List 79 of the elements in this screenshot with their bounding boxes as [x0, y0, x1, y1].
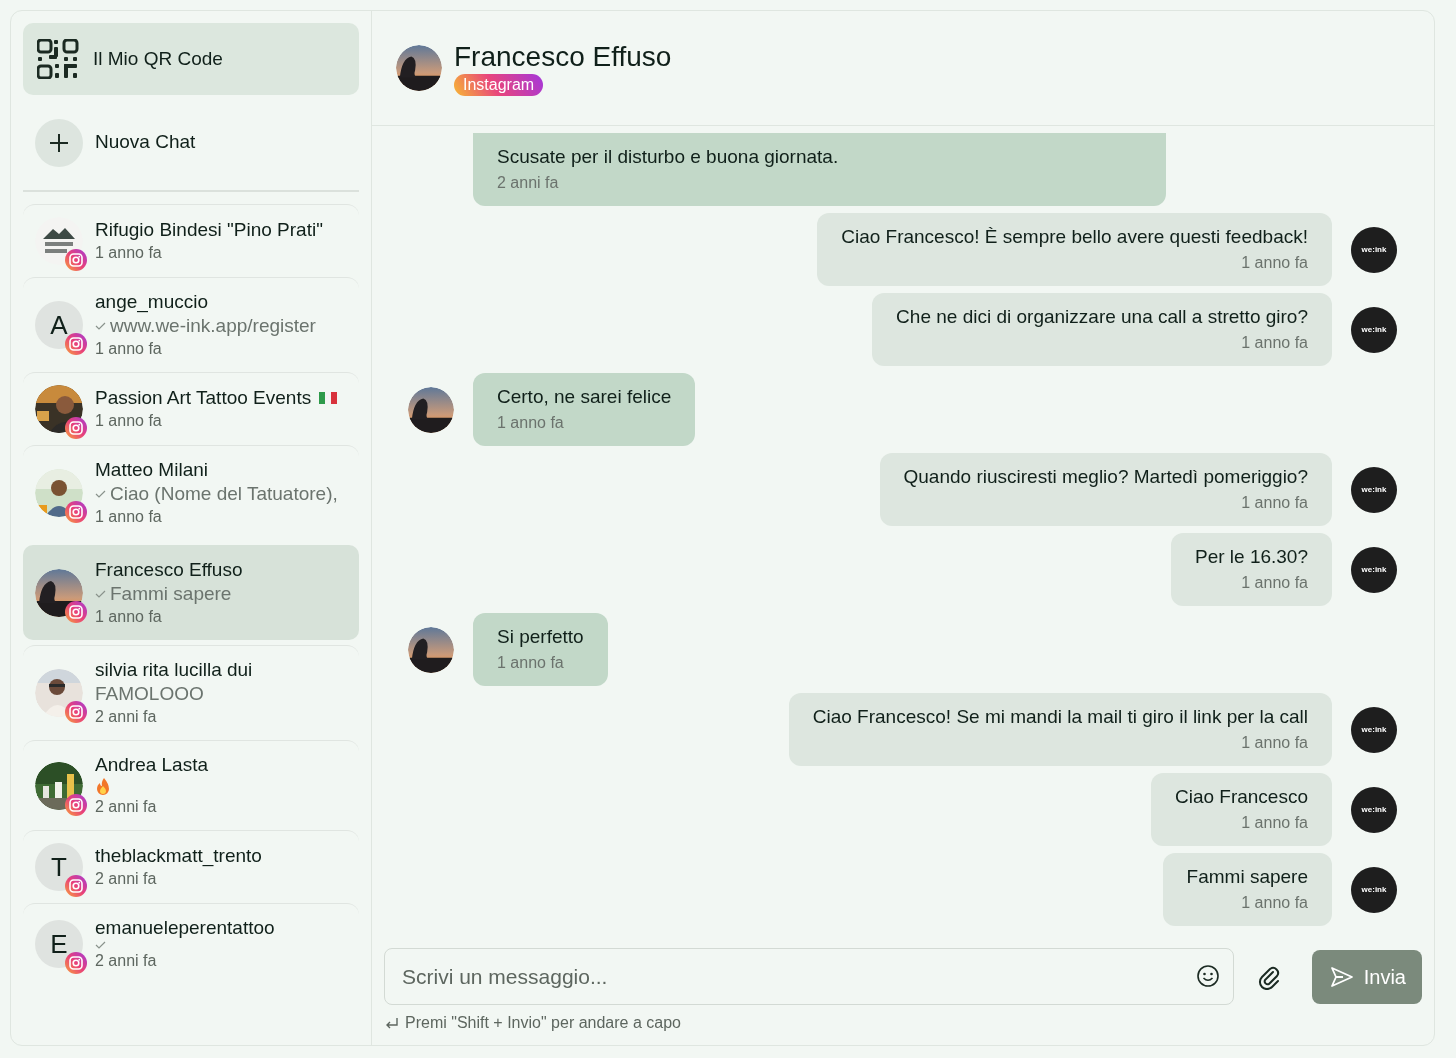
message-time: 1 anno fa	[95, 243, 163, 263]
contact-item[interactable]: Andrea Lasta 2 anni fa	[23, 740, 359, 830]
contact-name: Andrea Lasta	[95, 753, 209, 777]
message-time: 2 anni fa	[95, 951, 158, 971]
camera-badge-icon	[65, 701, 87, 723]
contact-name: Passion Art Tattoo Events	[95, 386, 312, 410]
contact-name: ange_muccio	[95, 290, 209, 314]
camera-badge-icon	[65, 333, 87, 355]
plus-icon	[35, 118, 83, 167]
message-time: 1 anno fa	[1240, 333, 1308, 353]
platform-tag: Instagram	[454, 74, 544, 96]
contact-item[interactable]: T theblackmatt_trento 2 anni fa	[23, 830, 359, 903]
contact-name: theblackmatt_trento	[95, 844, 262, 868]
contact-item[interactable]: E emanueleperentattoo 2 anni fa	[23, 903, 359, 984]
camera-badge-icon	[65, 793, 87, 816]
message-time: 1 anno fa	[1240, 493, 1308, 513]
contact-item[interactable]: Passion Art Tattoo Events 1 anno fa	[23, 372, 359, 445]
camera-badge-icon	[65, 601, 87, 623]
logo-avatar: we:ink	[1351, 706, 1397, 753]
logo-avatar: we:ink	[1351, 866, 1397, 913]
contact-item[interactable]: A ange_muccio www.we-ink.app/register 1 anno fa	[23, 277, 359, 372]
camera-badge-icon	[65, 249, 87, 271]
send-icon	[1329, 964, 1354, 989]
logo-avatar: we:ink	[1351, 306, 1397, 353]
message-time: 1 anno fa	[95, 411, 163, 431]
message-text: Che ne dici di organizzare una call a stretto giro?	[896, 305, 1308, 329]
contact-name: Matteo Milani	[95, 458, 208, 482]
qr-code-button[interactable]: Il Mio QR Code	[23, 23, 359, 95]
contact-name: emanueleperentattoo	[95, 916, 275, 940]
message-time: 1 anno fa	[1240, 733, 1308, 753]
message-preview: FAMOLOOO	[95, 682, 204, 706]
camera-badge-icon	[65, 417, 87, 439]
logo-avatar: we:ink	[1351, 226, 1397, 273]
message-text: Quando riusciresti meglio? Martedì pomeriggio?	[903, 465, 1308, 489]
message-time: 1 anno fa	[1240, 253, 1308, 273]
message-text: Certo, ne sarei felice	[497, 385, 672, 409]
logo-avatar: we:ink	[1351, 466, 1397, 513]
return-icon	[384, 1016, 399, 1030]
camera-badge-icon	[65, 875, 87, 897]
contact-item[interactable]: Matteo Milani Ciao (Nome del Tatuatore), 1 anno fa	[23, 445, 359, 540]
message-time: 1 anno fa	[1240, 893, 1308, 913]
message-time: 2 anni fa	[95, 707, 158, 727]
contact-name: Francesco Effuso	[95, 558, 243, 582]
message-time: 1 anno fa	[497, 413, 565, 433]
contact-item[interactable]: Francesco Effuso Fammi sapere 1 anno fa	[23, 545, 359, 640]
contact-name: Rifugio Bindesi "Pino Prati"	[95, 218, 323, 242]
qr-code-icon	[37, 39, 79, 79]
contact-item[interactable]: silvia rita lucilla dui FAMOLOOO 2 anni fa	[23, 645, 359, 740]
message-text: Ciao Francesco	[1174, 785, 1308, 809]
message-time: 1 anno fa	[1240, 813, 1308, 833]
logo-avatar: we:ink	[1351, 546, 1397, 593]
camera-badge-icon	[65, 501, 87, 523]
message-text: Ciao Francesco! Se mi mandi la mail ti giro il link per la call	[812, 705, 1308, 729]
hint-text: Premi "Shift + Invio" per andare a capo	[405, 1013, 681, 1033]
send-button[interactable]: Invia	[1311, 949, 1422, 1004]
message-preview: Ciao (Nome del Tatuatore),	[110, 482, 338, 506]
contact-title: Francesco Effuso	[454, 40, 672, 74]
message-text: Scusate per il disturbo e buona giornata.	[497, 145, 840, 169]
message-text: Per le 16.30?	[1194, 545, 1308, 569]
message-text: Si perfetto	[497, 625, 584, 649]
contact-name: silvia rita lucilla dui	[95, 658, 253, 682]
message-time: 2 anni fa	[95, 869, 158, 889]
message-time: 1 anno fa	[95, 507, 163, 527]
message-time: 1 anno fa	[95, 339, 163, 359]
message-time: 1 anno fa	[1240, 573, 1308, 593]
message-time: 2 anni fa	[497, 173, 560, 193]
message-text: Fammi sapere	[1186, 865, 1308, 889]
message-preview: www.we-ink.app/register	[110, 314, 316, 338]
message-time: 1 anno fa	[95, 607, 163, 627]
message-text: Ciao Francesco! È sempre bello avere questi feedback!	[841, 225, 1308, 249]
camera-badge-icon	[65, 952, 87, 974]
message-time: 2 anni fa	[95, 797, 158, 817]
message-time: 1 anno fa	[497, 653, 565, 673]
emoji-icon	[1195, 964, 1220, 988]
logo-avatar: we:ink	[1351, 786, 1397, 833]
message-input-field[interactable]: Scrivi un messaggio...	[384, 948, 1234, 1005]
message-preview: Fammi sapere	[110, 582, 232, 606]
contact-item[interactable]: Rifugio Bindesi "Pino Prati" 1 anno fa	[23, 204, 359, 277]
new-chat-button[interactable]: Nuova Chat	[23, 118, 359, 167]
